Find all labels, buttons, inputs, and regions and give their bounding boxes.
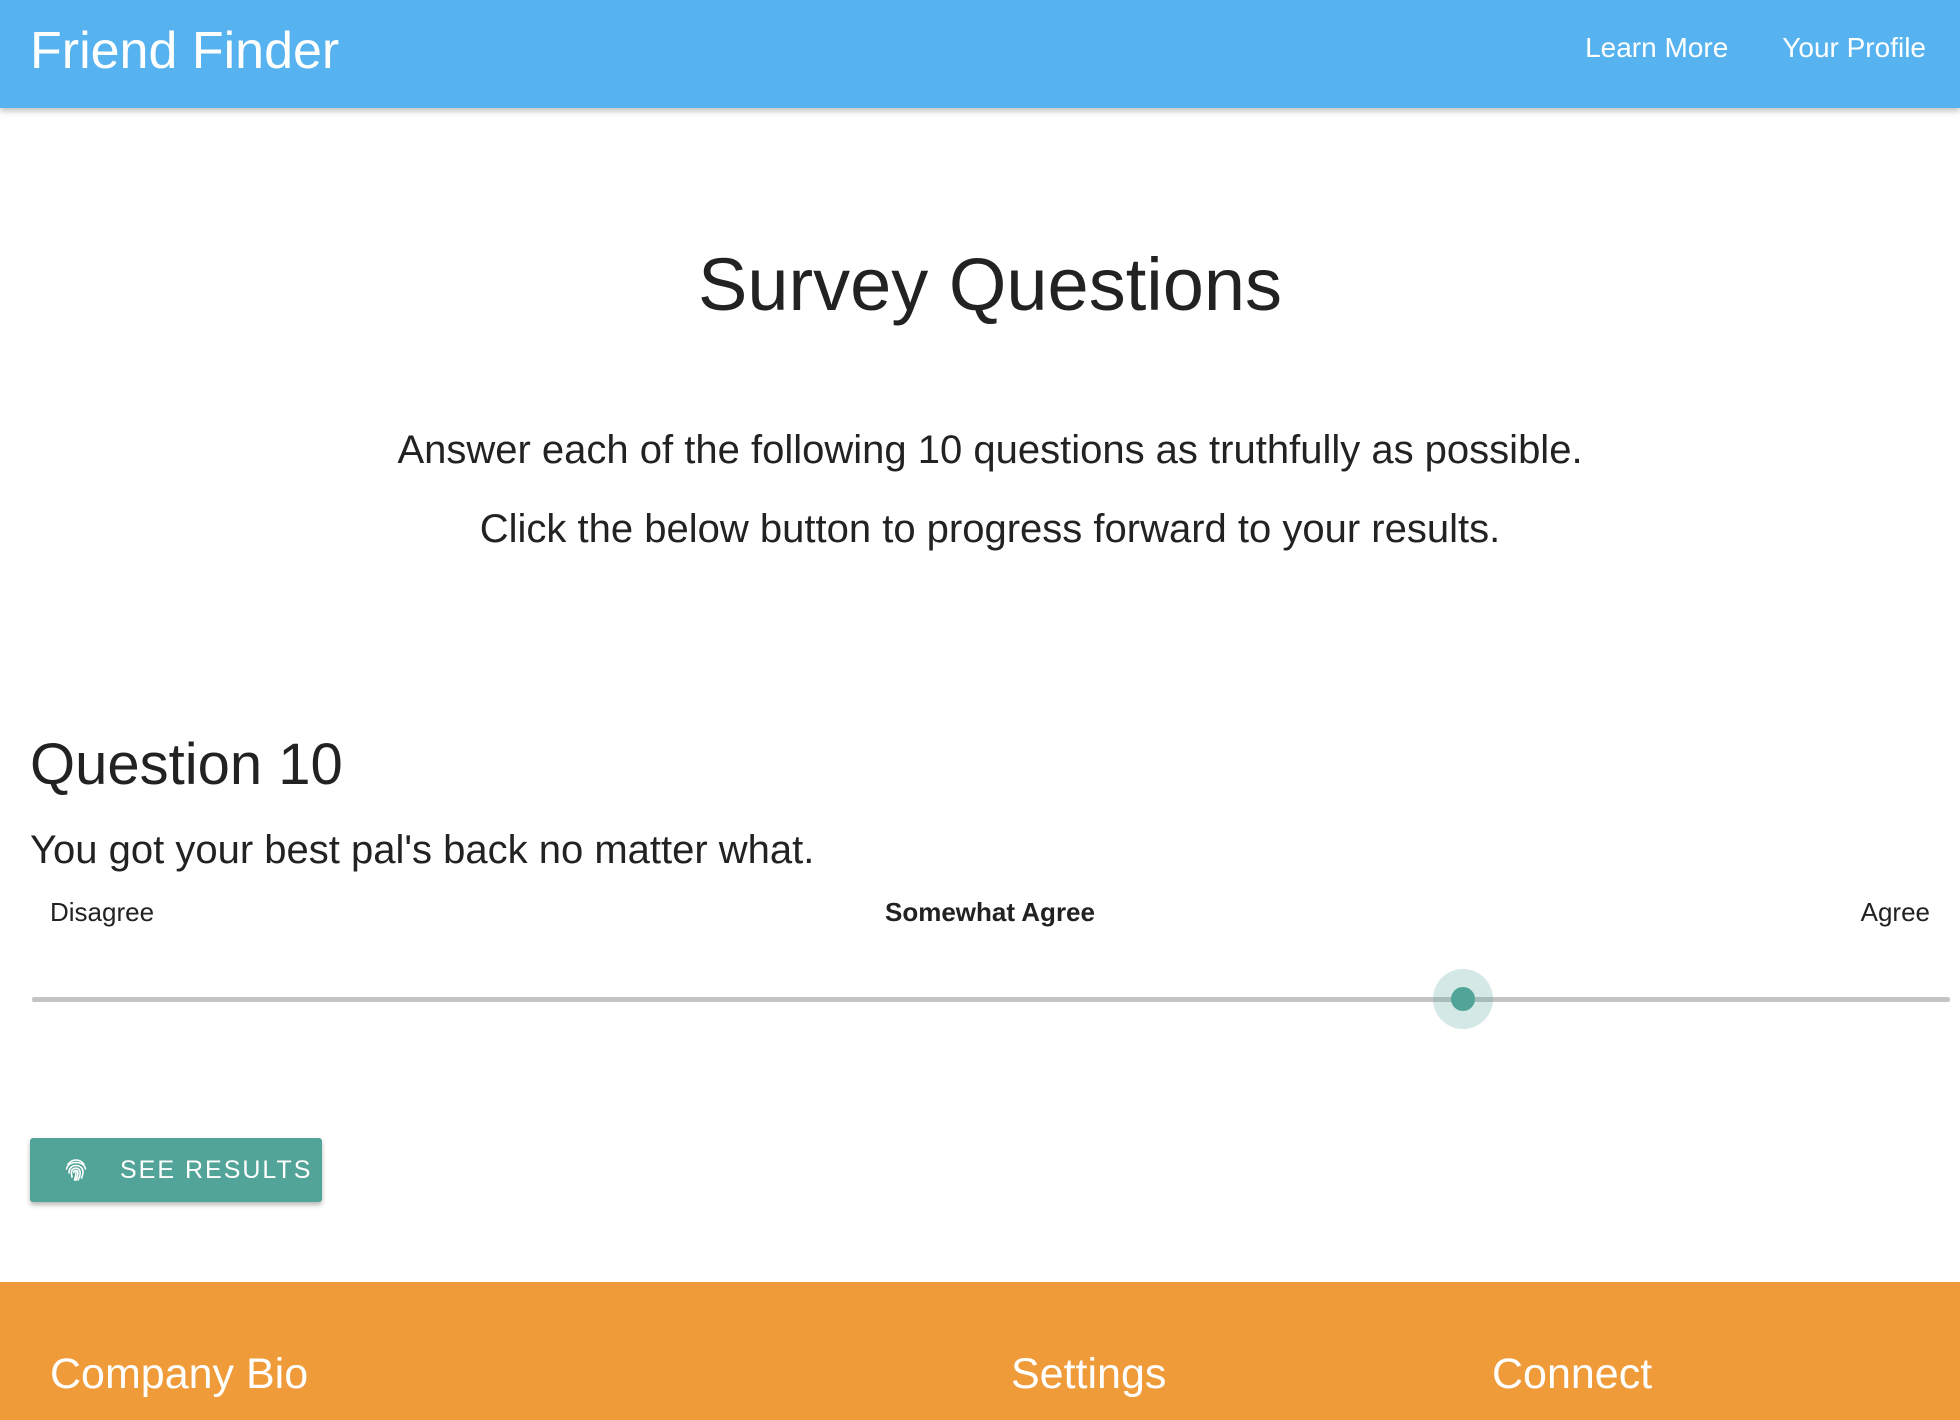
page-title: Survey Questions [697,243,1283,326]
nav-link-learn-more[interactable]: Learn More [1585,28,1728,68]
slider-thumb-halo[interactable] [1432,969,1493,1029]
fingerprint-icon [62,1156,90,1184]
brand-logo-link[interactable]: Friend Finder [30,18,339,84]
see-results-label: SEE RESULTS [120,1156,313,1184]
scale-current-value-label: Somewhat Agree [885,897,1095,927]
see-results-button[interactable]: SEE RESULTS [30,1138,322,1202]
question-text: You got your best pal's back no matter w… [30,828,815,872]
scale-max-label: Agree [1860,897,1930,927]
intro-text-line-2: Click the below button to progress forwa… [479,507,1501,551]
answer-slider[interactable] [32,968,1950,1032]
footer: Company Bio Settings Connect [0,1282,1960,1420]
slider-thumb[interactable] [1450,987,1475,1011]
footer-heading-connect: Connect [1492,1350,1653,1398]
footer-heading-settings: Settings [1011,1350,1167,1398]
slider-track[interactable] [32,997,1950,1002]
nav-links: Learn More Your Profile [1585,28,1926,68]
intro-text-line-1: Answer each of the following 10 question… [397,428,1583,472]
nav-link-your-profile[interactable]: Your Profile [1782,28,1926,68]
footer-heading-company-bio: Company Bio [50,1350,309,1398]
navbar: Friend Finder Learn More Your Profile [0,0,1960,108]
question-heading: Question 10 [30,732,343,797]
